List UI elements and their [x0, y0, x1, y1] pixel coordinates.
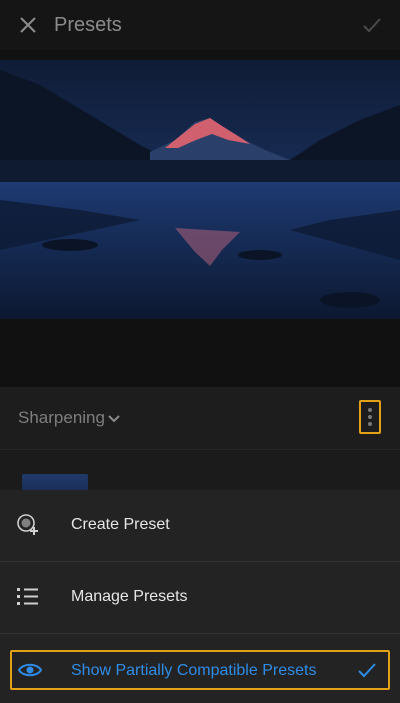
confirm-button[interactable] [358, 11, 386, 39]
close-icon [20, 17, 36, 33]
create-preset-icon [17, 514, 38, 535]
page-title: Presets [54, 14, 122, 36]
preset-thumbnail[interactable] [22, 474, 88, 490]
checkmark-icon [363, 18, 381, 33]
photo-area [0, 50, 400, 387]
divider [0, 633, 400, 634]
show-partially-compatible-item[interactable]: Show Partially Compatible Presets [10, 650, 390, 690]
preset-group-row: Sharpening [0, 387, 400, 450]
more-options-button[interactable] [359, 400, 381, 434]
more-vertical-icon [368, 408, 372, 412]
manage-presets-label: Manage Presets [71, 588, 188, 605]
list-icon [17, 588, 38, 605]
manage-presets-item[interactable]: Manage Presets [0, 562, 400, 632]
checkmark-icon [358, 663, 376, 678]
preset-thumbnail-strip [0, 450, 400, 490]
photo-preview [0, 60, 400, 319]
show-partially-compatible-label: Show Partially Compatible Presets [71, 662, 317, 679]
preset-group-label[interactable]: Sharpening [18, 407, 105, 429]
presets-screen: Presets Sharpening Create Preset Manage … [0, 0, 400, 703]
close-button[interactable] [14, 11, 42, 39]
eye-icon [17, 663, 43, 677]
create-preset-item[interactable]: Create Preset [0, 490, 400, 560]
options-menu: Create Preset Manage Presets Show Partia… [0, 490, 400, 703]
top-bar: Presets [0, 0, 400, 50]
chevron-down-icon[interactable] [106, 411, 122, 427]
create-preset-label: Create Preset [71, 516, 170, 533]
